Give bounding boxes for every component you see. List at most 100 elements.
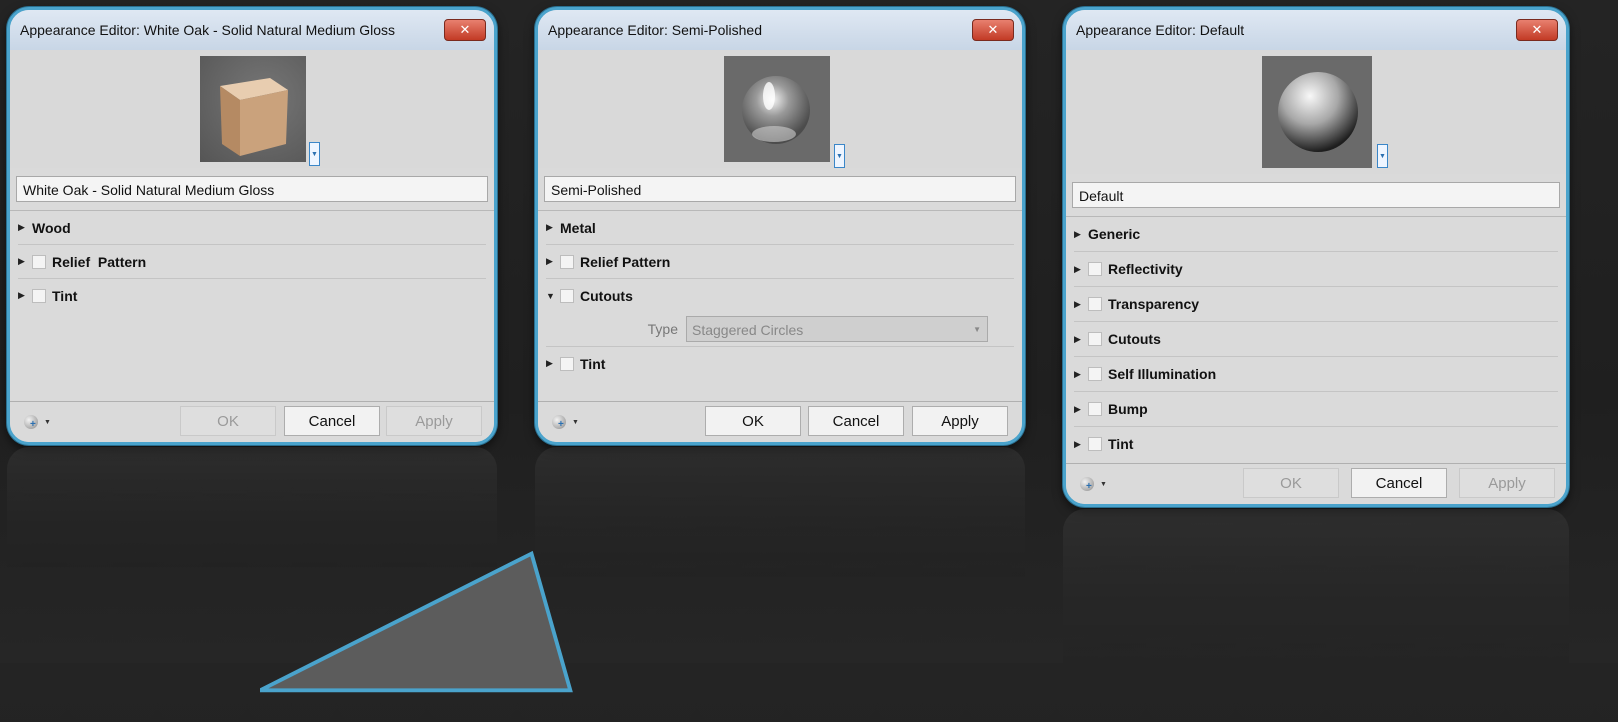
material-preview-swatch [724, 56, 830, 162]
section-checkbox[interactable] [1088, 402, 1102, 416]
preview-area: ▼ [10, 50, 494, 168]
ok-button[interactable]: OK [180, 406, 276, 436]
cutouts-type-select[interactable]: Staggered Circles ▼ [686, 316, 988, 342]
section-relief-pattern[interactable]: ▶ Relief Pattern [546, 245, 1014, 279]
section-label: Self Illumination [1108, 366, 1217, 382]
metal-sphere-preview [742, 76, 810, 144]
default-sphere-preview [1278, 72, 1358, 152]
section-checkbox[interactable] [1088, 297, 1102, 311]
dialog-title: Appearance Editor: White Oak - Solid Nat… [20, 22, 396, 38]
chevron-down-icon: ▼ [836, 153, 843, 160]
section-tint[interactable]: ▶ Tint [18, 279, 486, 312]
section-generic[interactable]: ▶ Generic [1074, 217, 1558, 252]
title-bar[interactable]: Appearance Editor: Semi-Polished ✕ [538, 10, 1022, 50]
section-label: Reflectivity [1108, 261, 1183, 277]
section-checkbox[interactable] [32, 288, 46, 303]
chevron-down-icon[interactable]: ▼ [572, 419, 579, 426]
material-name-field[interactable]: White Oak - Solid Natural Medium Gloss [16, 176, 488, 202]
section-label: Relief Pattern [580, 253, 671, 270]
section-transparency[interactable]: ▶ Transparency [1074, 287, 1558, 322]
section-list: ▶ Metal ▶ Relief Pattern ▼ Cutouts Type Sta… [538, 211, 1022, 380]
close-button[interactable]: ✕ [1516, 19, 1558, 41]
chevron-down-icon[interactable]: ▼ [44, 419, 51, 426]
title-bar[interactable]: Appearance Editor: White Oak - Solid Nat… [10, 10, 494, 50]
globe-plus-icon[interactable]: + [552, 415, 566, 430]
triangle-right-icon[interactable]: ▶ [18, 256, 28, 267]
close-button[interactable]: ✕ [972, 19, 1014, 41]
preview-area: ▼ [538, 50, 1022, 168]
chevron-down-icon: ▼ [1379, 153, 1386, 160]
apply-button[interactable]: Apply [1459, 468, 1555, 498]
triangle-right-icon[interactable]: ▶ [1074, 369, 1084, 380]
close-button[interactable]: ✕ [444, 19, 486, 41]
triangle-right-icon[interactable]: ▶ [1074, 404, 1084, 415]
section-label: Metal [560, 219, 596, 236]
dialog-footer: + ▼ OK Cancel Apply [538, 401, 1022, 442]
section-checkbox[interactable] [560, 288, 574, 303]
preview-dropdown-button[interactable]: ▼ [834, 144, 845, 168]
chevron-down-icon: ▼ [973, 325, 981, 334]
chevron-down-icon: ▼ [311, 151, 318, 158]
cancel-button[interactable]: Cancel [284, 406, 380, 436]
section-self-illumination[interactable]: ▶ Self Illumination [1074, 357, 1558, 392]
dialog-reflection [535, 447, 1025, 577]
section-checkbox[interactable] [32, 254, 46, 269]
section-bump[interactable]: ▶ Bump [1074, 392, 1558, 427]
appearance-editor-dialog-default: Appearance Editor: Default ✕ ▼ Default ▶… [1063, 7, 1569, 507]
close-icon: ✕ [987, 22, 999, 37]
globe-plus-icon[interactable]: + [24, 415, 38, 430]
material-name-field[interactable]: Semi-Polished [544, 176, 1016, 202]
material-name-field[interactable]: Default [1072, 182, 1560, 208]
callout-shape [260, 550, 573, 693]
triangle-right-icon[interactable]: ▶ [546, 222, 556, 233]
section-metal[interactable]: ▶ Metal [546, 211, 1014, 245]
section-wood[interactable]: ▶ Wood [18, 211, 486, 245]
section-reflectivity[interactable]: ▶ Reflectivity [1074, 252, 1558, 287]
cancel-button[interactable]: Cancel [1351, 468, 1447, 498]
section-label: Tint [1108, 436, 1134, 452]
section-checkbox[interactable] [1088, 332, 1102, 346]
ok-button[interactable]: OK [705, 406, 801, 436]
apply-button[interactable]: Apply [912, 406, 1008, 436]
section-checkbox[interactable] [560, 254, 574, 269]
section-cutouts[interactable]: ▶ Cutouts [1074, 322, 1558, 357]
preview-area: ▼ [1066, 50, 1566, 174]
section-relief-pattern[interactable]: ▶ Relief Pattern [18, 245, 486, 279]
section-label: Cutouts [580, 287, 633, 304]
triangle-right-icon[interactable]: ▶ [546, 358, 556, 369]
material-preview-swatch [200, 56, 306, 162]
triangle-right-icon[interactable]: ▶ [1074, 439, 1084, 450]
triangle-down-icon[interactable]: ▼ [546, 291, 556, 301]
chevron-down-icon[interactable]: ▼ [1100, 481, 1107, 488]
ok-button[interactable]: OK [1243, 468, 1339, 498]
section-checkbox[interactable] [560, 356, 574, 371]
globe-plus-icon[interactable]: + [1080, 477, 1094, 492]
material-preview-swatch [1262, 56, 1372, 168]
dialog-footer: + ▼ OK Cancel Apply [1066, 463, 1566, 504]
section-tint[interactable]: ▶ Tint [546, 347, 1014, 380]
close-icon: ✕ [1531, 22, 1543, 37]
triangle-right-icon[interactable]: ▶ [1074, 334, 1084, 345]
section-label: Transparency [1108, 296, 1200, 312]
section-tint[interactable]: ▶ Tint [1074, 427, 1558, 461]
section-checkbox[interactable] [1088, 367, 1102, 381]
appearance-editor-dialog-white-oak: Appearance Editor: White Oak - Solid Nat… [7, 7, 497, 445]
title-bar[interactable]: Appearance Editor: Default ✕ [1066, 10, 1566, 50]
section-checkbox[interactable] [1088, 437, 1102, 451]
triangle-right-icon[interactable]: ▶ [18, 290, 28, 301]
dialog-title: Appearance Editor: Default [1076, 22, 1245, 38]
triangle-right-icon[interactable]: ▶ [1074, 299, 1084, 310]
triangle-right-icon[interactable]: ▶ [1074, 264, 1084, 275]
preview-dropdown-button[interactable]: ▼ [1377, 144, 1388, 168]
triangle-right-icon[interactable]: ▶ [546, 256, 556, 267]
appearance-editor-dialog-semi-polished: Appearance Editor: Semi-Polished ✕ ▼ Sem… [535, 7, 1025, 445]
section-cutouts[interactable]: ▼ Cutouts [546, 279, 1014, 312]
section-checkbox[interactable] [1088, 262, 1102, 276]
preview-dropdown-button[interactable]: ▼ [309, 142, 320, 166]
section-label: Generic [1088, 226, 1141, 242]
triangle-right-icon[interactable]: ▶ [1074, 229, 1084, 240]
apply-button[interactable]: Apply [386, 406, 482, 436]
dialog-footer: + ▼ OK Cancel Apply [10, 401, 494, 442]
triangle-right-icon[interactable]: ▶ [18, 222, 28, 233]
cancel-button[interactable]: Cancel [808, 406, 904, 436]
